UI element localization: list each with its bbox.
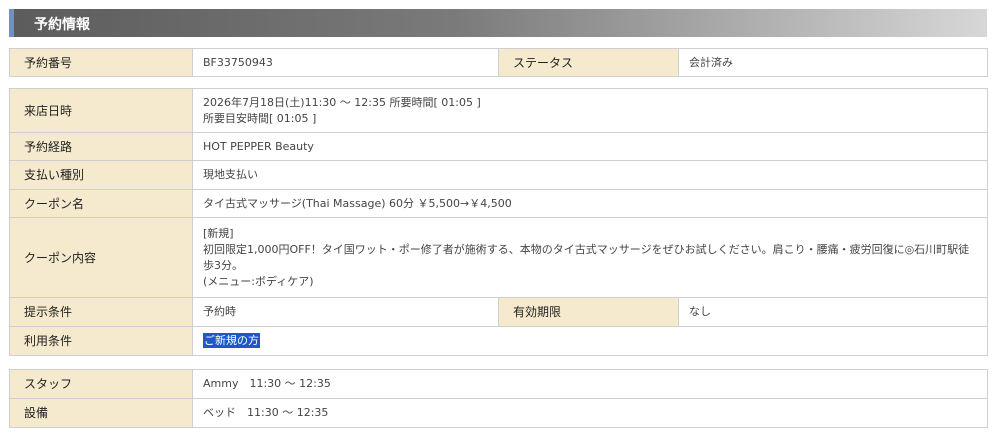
- booking-route-value: HOT PEPPER Beauty: [191, 132, 989, 161]
- section-header: 予約情報: [9, 9, 987, 37]
- table-row: クーポン名 タイ古式マッサージ(Thai Massage) 60分 ￥5,500…: [9, 189, 989, 218]
- estimated-duration-line: 所要目安時間[ 01:05 ]: [203, 111, 317, 125]
- table-row: 利用条件 ご新規の方: [9, 326, 989, 356]
- coupon-description: 初回限定1,000円OFF！タイ国ワット・ポー修了者が施術する、本物のタイ古式マ…: [203, 242, 970, 256]
- expiry-label: 有効期限: [498, 297, 679, 327]
- table-row: スタッフ Ammy 11:30 ～ 12:35: [9, 369, 988, 399]
- booking-route-label: 予約経路: [9, 132, 193, 161]
- section-title: 予約情報: [34, 17, 90, 33]
- table-row: 設備 ベッド 11:30 ～ 12:35: [9, 398, 988, 428]
- usage-condition-value[interactable]: ご新規の方: [203, 333, 260, 348]
- expiry-value: なし: [677, 297, 989, 327]
- reservation-number-label: 予約番号: [9, 48, 193, 77]
- coupon-tag: [新規]: [203, 226, 234, 240]
- coupon-menu: (メニュー:ボディケア): [203, 274, 314, 288]
- visit-datetime-value: 2026年7月18日(土)11:30 ～ 12:35 所要時間[ 01:05 ]…: [191, 88, 989, 133]
- table-row: 予約経路 HOT PEPPER Beauty: [9, 132, 989, 161]
- staff-value: Ammy 11:30 ～ 12:35: [192, 369, 988, 399]
- present-condition-value: 予約時: [192, 297, 499, 327]
- usage-condition-label: 利用条件: [9, 326, 193, 356]
- reservation-summary-table: 予約番号 BF33750943 ステータス 会計済み: [9, 48, 988, 77]
- status-value: 会計済み: [678, 48, 988, 77]
- coupon-name-value: タイ古式マッサージ(Thai Massage) 60分 ￥5,500→￥4,50…: [191, 189, 989, 218]
- reservation-number-value: BF33750943: [192, 48, 499, 77]
- staff-label: スタッフ: [9, 369, 193, 399]
- coupon-description-cont: 歩3分。: [203, 258, 243, 272]
- visit-datetime-label: 来店日時: [9, 88, 193, 133]
- status-label: ステータス: [498, 48, 679, 77]
- table-row: 予約番号 BF33750943 ステータス 会計済み: [9, 48, 988, 77]
- table-row: 提示条件 予約時 有効期限 なし: [9, 297, 989, 327]
- reservation-details-table: 来店日時 2026年7月18日(土)11:30 ～ 12:35 所要時間[ 01…: [9, 88, 989, 356]
- coupon-content-value: [新規] 初回限定1,000円OFF！タイ国ワット・ポー修了者が施術する、本物の…: [191, 217, 989, 298]
- equipment-value: ベッド 11:30 ～ 12:35: [192, 398, 988, 428]
- visit-datetime-line: 2026年7月18日(土)11:30 ～ 12:35 所要時間[ 01:05 ]: [203, 95, 481, 109]
- present-condition-label: 提示条件: [9, 297, 193, 327]
- table-row: 支払い種別 現地支払い: [9, 160, 989, 190]
- equipment-label: 設備: [9, 398, 193, 428]
- resources-table: スタッフ Ammy 11:30 ～ 12:35 設備 ベッド 11:30 ～ 1…: [9, 369, 988, 428]
- table-row: 来店日時 2026年7月18日(土)11:30 ～ 12:35 所要時間[ 01…: [9, 88, 989, 133]
- coupon-content-label: クーポン内容: [9, 217, 193, 298]
- table-row: クーポン内容 [新規] 初回限定1,000円OFF！タイ国ワット・ポー修了者が施…: [9, 217, 989, 298]
- usage-condition-cell: ご新規の方: [191, 326, 989, 356]
- payment-type-value: 現地支払い: [191, 160, 989, 190]
- payment-type-label: 支払い種別: [9, 160, 193, 190]
- coupon-name-label: クーポン名: [9, 189, 193, 218]
